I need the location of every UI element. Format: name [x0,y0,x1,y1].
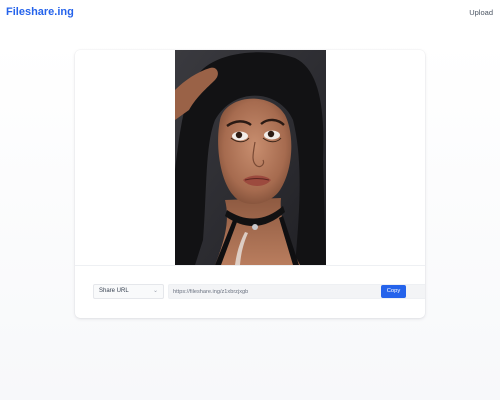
top-bar: Fileshare.ing Upload [0,0,500,26]
copy-button[interactable]: Copy [381,285,406,298]
share-type-value: Share URL [99,288,129,294]
card-divider [75,265,425,266]
shared-image [175,50,326,265]
share-type-select[interactable]: Share URL ⌄ [93,284,164,299]
site-logo[interactable]: Fileshare.ing [6,6,74,19]
chevron-down-icon: ⌄ [152,288,158,294]
upload-link[interactable]: Upload [469,8,493,17]
file-card: Share URL ⌄ Copy [75,50,425,318]
